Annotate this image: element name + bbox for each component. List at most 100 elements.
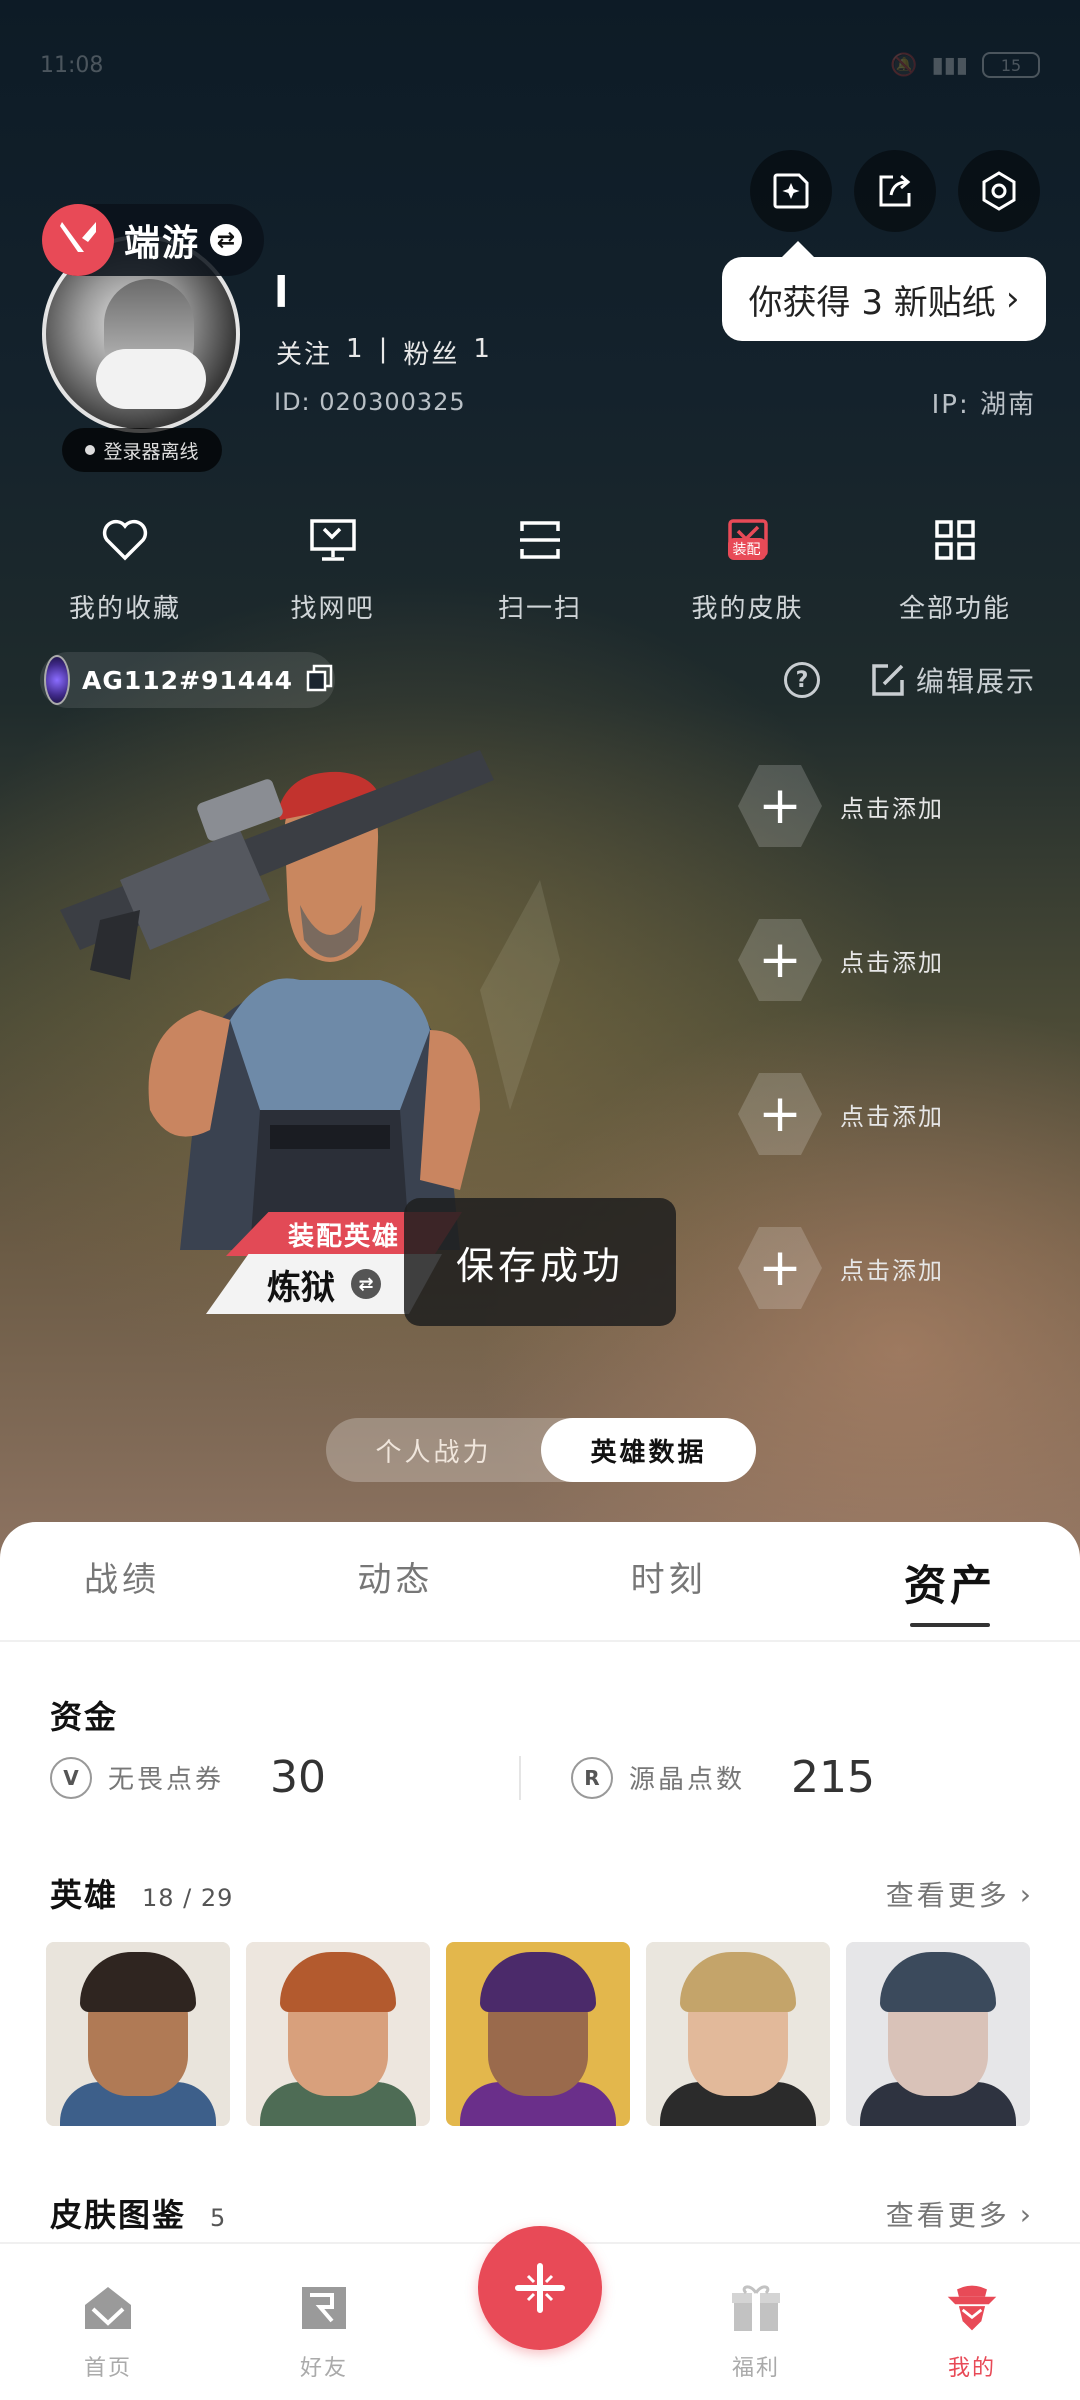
scan-icon bbox=[510, 510, 570, 570]
fans-count[interactable]: 1 bbox=[473, 334, 492, 371]
nickname: l bbox=[274, 268, 289, 317]
follow-count[interactable]: 1 bbox=[346, 334, 365, 371]
new-sticker-tooltip[interactable]: 你获得 3 新贴纸 › bbox=[722, 241, 1046, 341]
chevron-right-icon: › bbox=[1005, 279, 1020, 319]
funds-title: 资金 bbox=[50, 1698, 119, 1736]
quick-item-scan[interactable]: 扫一扫 bbox=[445, 510, 635, 625]
add-icon: + bbox=[738, 765, 822, 847]
player-card-icon bbox=[44, 655, 71, 705]
quick-functions: 我的收藏 找网吧 扫一扫 装配 我的皮肤 全部功能 bbox=[30, 510, 1050, 625]
toggle-personal-power[interactable]: 个人战力 bbox=[326, 1418, 541, 1482]
sticker-button[interactable] bbox=[750, 150, 832, 232]
share-button[interactable] bbox=[854, 150, 936, 232]
quick-item-my-skins[interactable]: 装配 我的皮肤 bbox=[653, 510, 843, 625]
gear-icon bbox=[982, 171, 1016, 211]
nav-friends[interactable]: 好友 bbox=[249, 2280, 399, 2382]
heart-icon bbox=[95, 510, 155, 570]
gift-icon bbox=[728, 2280, 784, 2336]
divider bbox=[519, 1755, 521, 1800]
fans-label[interactable]: 粉丝 bbox=[403, 334, 459, 371]
tab-feed[interactable]: 动态 bbox=[357, 1552, 433, 1627]
help-icon[interactable]: ? bbox=[784, 662, 820, 698]
settings-button[interactable] bbox=[958, 150, 1040, 232]
riot-id-chip[interactable]: AG112#91444 bbox=[40, 652, 335, 708]
hero-card[interactable] bbox=[46, 1942, 230, 2126]
radianite-icon: R bbox=[570, 1756, 613, 1799]
showcase-slot[interactable]: + 点击添加 bbox=[738, 1227, 944, 1309]
showcase-slot[interactable]: + 点击添加 bbox=[738, 765, 944, 847]
edit-display-button[interactable]: 编辑展示 bbox=[870, 660, 1036, 700]
share-icon bbox=[879, 174, 911, 207]
toast-message: 保存成功 bbox=[404, 1198, 676, 1326]
showcase-slots: + 点击添加 + 点击添加 + 点击添加 + 点击添加 bbox=[738, 765, 944, 1309]
sticker-icon bbox=[773, 173, 809, 209]
agent-icon bbox=[944, 2280, 1000, 2336]
edit-icon bbox=[872, 664, 904, 696]
content-panel: 战绩 动态 时刻 资产 资金 V 无畏点券 30 R 源晶点数 215 英雄 18… bbox=[0, 1522, 1080, 2242]
follow-label[interactable]: 关注 bbox=[276, 334, 332, 371]
create-post-button[interactable] bbox=[478, 2226, 602, 2350]
showcase-slot[interactable]: + 点击添加 bbox=[738, 919, 944, 1001]
battery-icon: 15 bbox=[982, 52, 1040, 78]
home-icon bbox=[80, 2280, 136, 2336]
nav-home[interactable]: 首页 bbox=[33, 2280, 183, 2382]
signal-icon: ▮▮▮ bbox=[931, 52, 968, 78]
skins-see-more[interactable]: 查看更多 › bbox=[886, 2194, 1034, 2234]
chevron-right-icon: › bbox=[1019, 1877, 1034, 1911]
app-name: 端游 bbox=[124, 223, 201, 264]
status-bar: 11:08 🔕 ▮▮▮ 15 bbox=[40, 40, 1040, 90]
tab-moments[interactable]: 时刻 bbox=[631, 1552, 707, 1627]
status-dot-icon bbox=[85, 445, 96, 455]
tab-assets[interactable]: 资产 bbox=[904, 1552, 996, 1627]
add-icon: + bbox=[738, 1227, 822, 1309]
skin-icon: 装配 bbox=[718, 510, 778, 570]
grid-icon bbox=[925, 510, 985, 570]
profile-hero: 11:08 🔕 ▮▮▮ 15 你获得 3 新贴纸 › 端游 ⇄ 登录器离线 l … bbox=[0, 0, 1080, 1560]
hero-card[interactable] bbox=[246, 1942, 430, 2126]
add-icon: + bbox=[738, 919, 822, 1001]
copy-icon[interactable] bbox=[305, 663, 335, 697]
heroes-title: 英雄 18 / 29 bbox=[50, 1876, 234, 1914]
friends-icon bbox=[296, 2280, 352, 2336]
nav-me[interactable]: 我的 bbox=[897, 2280, 1047, 2382]
stat-divider: | bbox=[378, 334, 390, 364]
funds-row: V 无畏点券 30 R 源晶点数 215 bbox=[50, 1752, 1040, 1803]
quick-item-find-cafe[interactable]: 找网吧 bbox=[238, 510, 428, 625]
toggle-agent-data[interactable]: 英雄数据 bbox=[541, 1418, 756, 1482]
app-switch[interactable]: 端游 ⇄ bbox=[42, 204, 264, 276]
heroes-count: 18 / 29 bbox=[142, 1884, 234, 1912]
quick-item-favorites[interactable]: 我的收藏 bbox=[30, 510, 220, 625]
bottom-nav: 首页 好友 福利 我的 bbox=[0, 2226, 1080, 2400]
profile-tabs: 战绩 动态 时刻 资产 bbox=[40, 1552, 1040, 1627]
quick-item-all-functions[interactable]: 全部功能 bbox=[860, 510, 1050, 625]
monitor-icon bbox=[303, 510, 363, 570]
equip-badge: 装配 bbox=[727, 538, 766, 560]
hero-card-list bbox=[46, 1942, 1030, 2126]
follow-stats: 关注 1 | 粉丝 1 bbox=[276, 334, 492, 371]
valorant-logo-icon bbox=[42, 204, 114, 276]
status-time: 11:08 bbox=[40, 52, 104, 78]
heroes-see-more[interactable]: 查看更多 › bbox=[886, 1874, 1034, 1914]
riot-id-text: AG112#91444 bbox=[82, 665, 293, 695]
showcase-slot[interactable]: + 点击添加 bbox=[738, 1073, 944, 1155]
sticker-tip-text: 你获得 3 新贴纸 bbox=[748, 282, 996, 323]
hero-card[interactable] bbox=[846, 1942, 1030, 2126]
login-status-text: 登录器离线 bbox=[103, 440, 199, 463]
hero-card[interactable] bbox=[446, 1942, 630, 2126]
mute-icon: 🔕 bbox=[890, 52, 918, 78]
stat-toggle: 个人战力 英雄数据 bbox=[326, 1418, 756, 1482]
tab-record[interactable]: 战绩 bbox=[84, 1552, 160, 1627]
agent-name: 炼狱 bbox=[267, 1267, 335, 1308]
login-status-badge: 登录器离线 bbox=[62, 428, 222, 472]
nav-welfare[interactable]: 福利 bbox=[681, 2280, 831, 2382]
ip-location: IP: 湖南 bbox=[931, 390, 1036, 420]
hero-card[interactable] bbox=[646, 1942, 830, 2126]
add-icon: + bbox=[738, 1073, 822, 1155]
fund-radianite: R 源晶点数 215 bbox=[570, 1752, 1040, 1803]
skins-count: 5 bbox=[210, 2204, 227, 2232]
plus-icon bbox=[515, 2263, 565, 2313]
chevron-right-icon: › bbox=[1019, 2197, 1034, 2231]
fund-valorant-points: V 无畏点券 30 bbox=[50, 1752, 519, 1803]
valorant-points-icon: V bbox=[50, 1756, 92, 1799]
swap-icon: ⇄ bbox=[351, 1269, 381, 1299]
